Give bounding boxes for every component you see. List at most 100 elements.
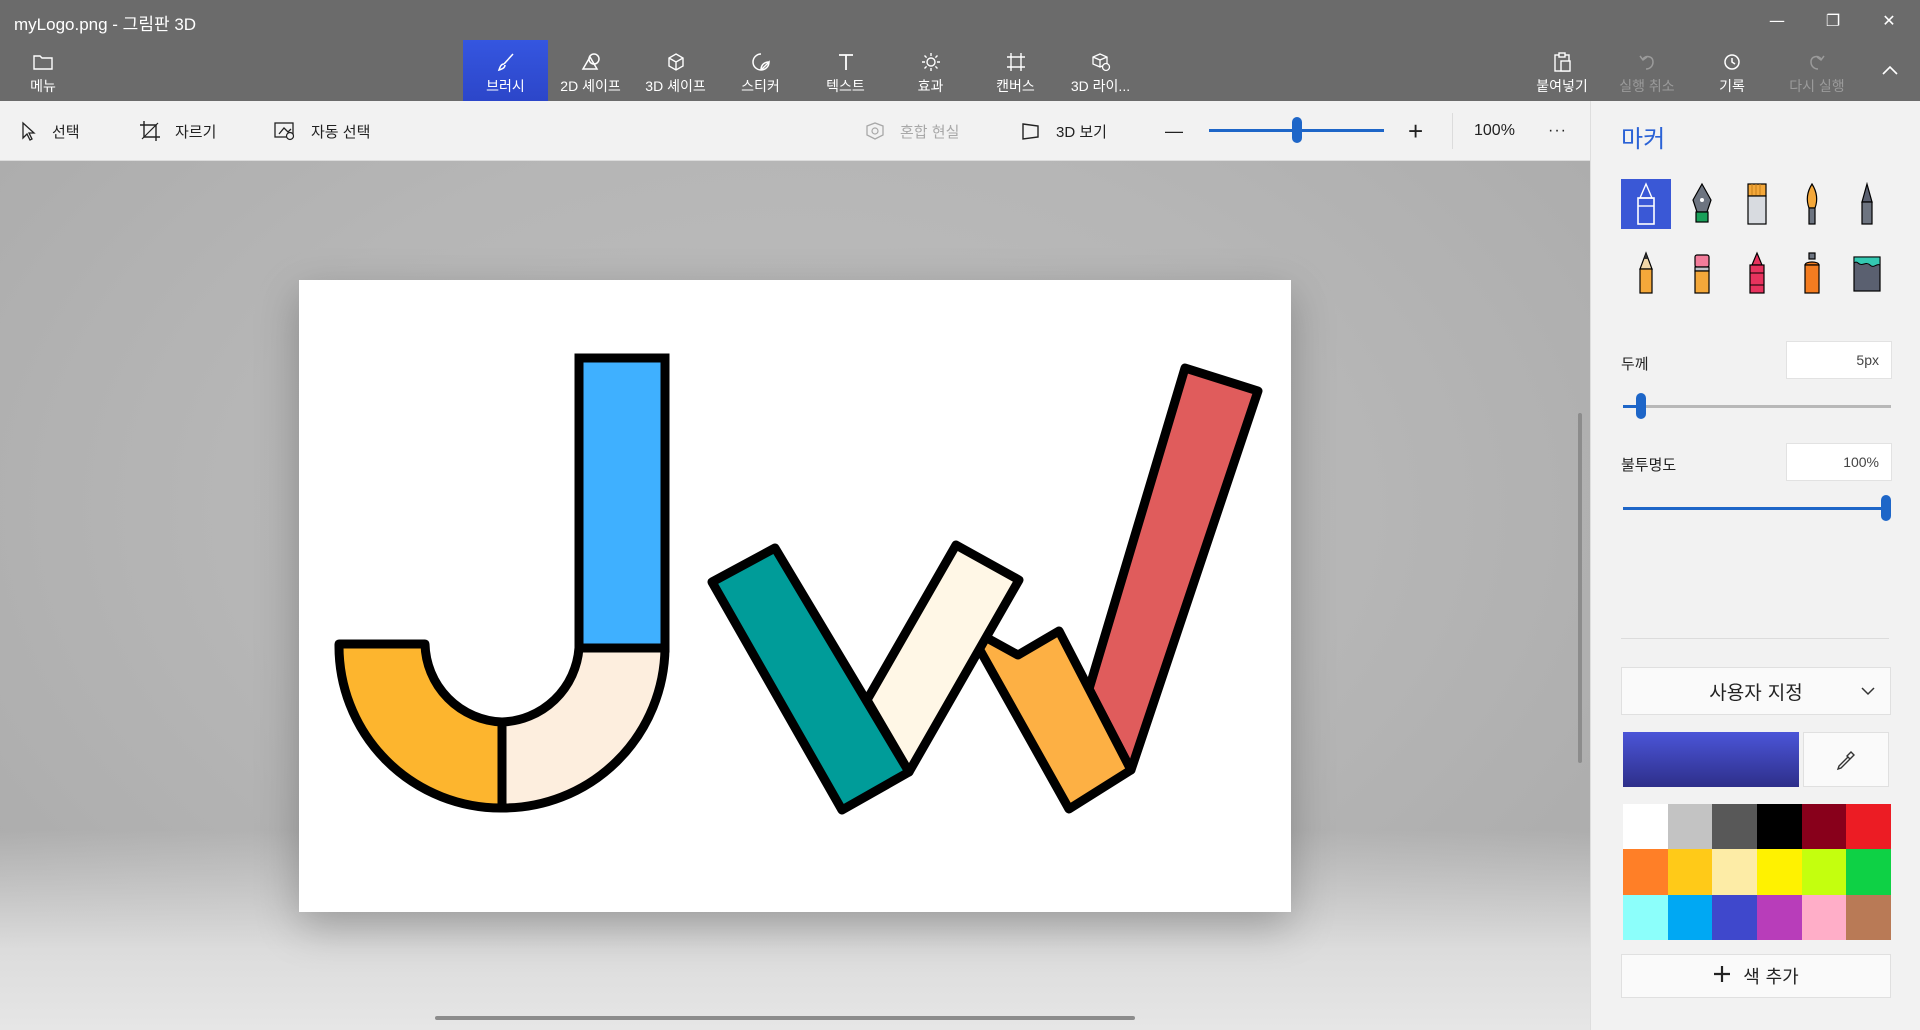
history-label: 기록 bbox=[1719, 78, 1745, 94]
zoom-value-text: 100% bbox=[1474, 122, 1515, 139]
shapes-3d-icon bbox=[665, 50, 687, 74]
color-swatch[interactable] bbox=[1712, 849, 1757, 895]
color-swatch[interactable] bbox=[1623, 894, 1668, 940]
thickness-input[interactable]: 5px bbox=[1786, 341, 1892, 379]
tool-bar: 선택 자르기 자동 선택 혼합 현실 3D 보기 — + 100% ··· bbox=[0, 101, 1590, 161]
ribbon: 메뉴 브러시 2D 셰이프 3D 셰이프 스티커 텍스트 효과 캔버스 3D 라… bbox=[0, 40, 1920, 101]
zoom-out-button[interactable]: — bbox=[1165, 101, 1183, 161]
crop-tool[interactable]: 자르기 bbox=[139, 101, 216, 161]
close-button[interactable]: ✕ bbox=[1866, 0, 1912, 40]
color-swatch[interactable] bbox=[1801, 894, 1847, 940]
mixed-reality-label: 혼합 현실 bbox=[900, 123, 960, 141]
opacity-slider[interactable] bbox=[1623, 493, 1891, 523]
color-swatch[interactable] bbox=[1757, 894, 1802, 940]
brush-eraser[interactable] bbox=[1677, 248, 1727, 298]
color-mode-dropdown[interactable]: 사용자 지정 bbox=[1621, 667, 1891, 715]
minimize-button[interactable]: — bbox=[1754, 0, 1800, 40]
color-swatch[interactable] bbox=[1801, 804, 1847, 850]
eyedropper-button[interactable] bbox=[1803, 732, 1889, 787]
tab-text[interactable]: 텍스트 bbox=[803, 40, 888, 101]
magic-select-tool[interactable]: 자동 선택 bbox=[273, 101, 370, 161]
j-right-curve bbox=[497, 643, 670, 813]
history-button[interactable]: 기록 bbox=[1690, 40, 1774, 101]
current-color-swatch[interactable] bbox=[1623, 732, 1799, 787]
thickness-slider[interactable] bbox=[1623, 391, 1891, 421]
brush-calligraphy-pen[interactable] bbox=[1677, 179, 1727, 229]
horizontal-scrollbar[interactable] bbox=[435, 1016, 1135, 1020]
workspace bbox=[0, 161, 1590, 1030]
view-3d-button[interactable]: 3D 보기 bbox=[1020, 101, 1107, 161]
brush-watercolor[interactable] bbox=[1787, 179, 1837, 229]
eyedropper-icon bbox=[1836, 750, 1855, 770]
tab-label: 효과 bbox=[917, 78, 944, 94]
eraser-icon bbox=[1694, 254, 1710, 294]
add-color-button[interactable]: 색 추가 bbox=[1621, 954, 1891, 998]
restore-button[interactable]: ❐ bbox=[1810, 0, 1856, 40]
zoom-slider[interactable] bbox=[1209, 101, 1384, 161]
oil-brush-icon bbox=[1747, 183, 1767, 225]
zoom-in-button[interactable]: + bbox=[1408, 101, 1423, 161]
brush-pixel-pen[interactable] bbox=[1842, 179, 1892, 229]
color-swatch[interactable] bbox=[1757, 849, 1802, 895]
paste-icon bbox=[1551, 50, 1573, 74]
color-swatch[interactable] bbox=[1623, 849, 1668, 895]
color-swatch[interactable] bbox=[1712, 894, 1757, 940]
opacity-input[interactable]: 100% bbox=[1786, 443, 1892, 481]
tab-stickers[interactable]: 스티커 bbox=[718, 40, 803, 101]
brush-marker[interactable] bbox=[1621, 179, 1671, 229]
mixed-reality-button[interactable]: 혼합 현실 bbox=[864, 101, 959, 161]
color-swatch[interactable] bbox=[1667, 804, 1713, 850]
color-swatch[interactable] bbox=[1846, 804, 1891, 850]
color-swatch[interactable] bbox=[1801, 849, 1847, 895]
tab-brushes[interactable]: 브러시 bbox=[463, 40, 548, 101]
tab-label: 텍스트 bbox=[826, 78, 865, 94]
folder-icon bbox=[33, 50, 53, 74]
brush-oil[interactable] bbox=[1732, 179, 1782, 229]
tab-label: 3D 셰이프 bbox=[645, 78, 706, 94]
color-palette bbox=[1623, 804, 1891, 940]
opacity-label: 불투명도 bbox=[1621, 456, 1677, 474]
color-swatch[interactable] bbox=[1712, 804, 1757, 850]
paste-button[interactable]: 붙여넣기 bbox=[1520, 40, 1604, 101]
brush-spray-can[interactable] bbox=[1787, 248, 1837, 298]
magic-select-label: 자동 선택 bbox=[311, 123, 371, 141]
color-swatch[interactable] bbox=[1757, 804, 1802, 850]
tab-canvas[interactable]: 캔버스 bbox=[973, 40, 1058, 101]
brush-pencil[interactable] bbox=[1621, 248, 1671, 298]
color-swatch[interactable] bbox=[1667, 849, 1713, 895]
brush-fill[interactable] bbox=[1842, 248, 1892, 298]
marker-icon bbox=[1637, 182, 1655, 225]
color-swatch[interactable] bbox=[1846, 894, 1891, 940]
tab-2d-shapes[interactable]: 2D 셰이프 bbox=[548, 40, 633, 101]
tab-3d-shapes[interactable]: 3D 셰이프 bbox=[633, 40, 718, 101]
undo-button[interactable]: 실행 취소 bbox=[1604, 40, 1690, 101]
chevron-up-icon bbox=[1881, 58, 1899, 82]
undo-label: 실행 취소 bbox=[1619, 78, 1675, 94]
j-bar bbox=[574, 353, 670, 653]
tab-effects[interactable]: 효과 bbox=[888, 40, 973, 101]
toolbar-divider bbox=[1452, 113, 1453, 149]
zoom-slider-thumb[interactable] bbox=[1292, 117, 1302, 143]
tab-label: 캔버스 bbox=[996, 78, 1035, 94]
tab-3d-library[interactable]: 3D 라이... bbox=[1058, 40, 1143, 101]
window-title: myLogo.png - 그림판 3D bbox=[14, 15, 197, 34]
menu-button[interactable]: 메뉴 bbox=[14, 40, 72, 101]
restore-icon: ❐ bbox=[1825, 10, 1841, 30]
tab-label: 2D 셰이프 bbox=[560, 78, 621, 94]
drawing-canvas[interactable] bbox=[299, 280, 1291, 912]
color-swatch[interactable] bbox=[1623, 804, 1668, 850]
thickness-slider-thumb[interactable] bbox=[1636, 393, 1646, 419]
redo-button[interactable]: 다시 실행 bbox=[1774, 40, 1860, 101]
zoom-value[interactable]: 100% bbox=[1474, 101, 1515, 161]
magic-select-icon bbox=[273, 121, 297, 141]
select-tool[interactable]: 선택 bbox=[20, 101, 80, 161]
collapse-ribbon-button[interactable] bbox=[1870, 40, 1910, 101]
text-icon bbox=[835, 50, 857, 74]
color-swatch[interactable] bbox=[1667, 894, 1713, 940]
color-swatch[interactable] bbox=[1846, 849, 1891, 895]
opacity-slider-thumb[interactable] bbox=[1881, 495, 1891, 521]
vertical-scrollbar[interactable] bbox=[1578, 413, 1582, 763]
shapes-2d-icon bbox=[580, 50, 602, 74]
more-button[interactable]: ··· bbox=[1548, 101, 1567, 161]
brush-crayon[interactable] bbox=[1732, 248, 1782, 298]
